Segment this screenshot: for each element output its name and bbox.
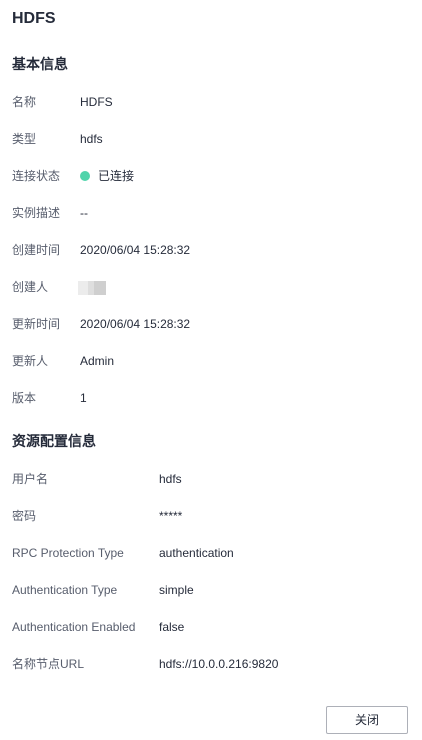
description-row: 实例描述 -- <box>0 203 422 223</box>
username-row: 用户名 hdfs <box>0 469 422 489</box>
hdfs-detail-panel: HDFS 基本信息 名称 HDFS 类型 hdfs 连接状态 已连接 实例描述 … <box>0 0 422 740</box>
close-button[interactable]: 关闭 <box>326 706 408 734</box>
created-time-value: 2020/06/04 15:28:32 <box>80 243 191 257</box>
authentication-type-value: simple <box>159 583 194 597</box>
rpc-protection-type-value: authentication <box>159 546 234 560</box>
updated-time-label: 更新时间 <box>12 317 61 331</box>
username-value: hdfs <box>159 472 182 486</box>
connection-status-row: 连接状态 已连接 <box>0 166 422 186</box>
description-label: 实例描述 <box>12 206 61 220</box>
authentication-enabled-row: Authentication Enabled false <box>0 617 422 637</box>
password-row: 密码 ***** <box>0 506 422 526</box>
rpc-protection-type-label: RPC Protection Type <box>12 546 124 560</box>
authentication-enabled-label: Authentication Enabled <box>12 620 136 634</box>
updater-label: 更新人 <box>12 354 49 368</box>
rpc-protection-type-row: RPC Protection Type authentication <box>0 543 422 563</box>
updater-row: 更新人 Admin <box>0 351 422 371</box>
authentication-type-row: Authentication Type simple <box>0 580 422 600</box>
updated-time-row: 更新时间 2020/06/04 15:28:32 <box>0 314 422 334</box>
namenode-url-row: 名称节点URL hdfs://10.0.0.216:9820 <box>0 654 422 674</box>
resource-config-section-title: 资源配置信息 <box>12 433 96 449</box>
created-time-label: 创建时间 <box>12 243 61 257</box>
creator-label: 创建人 <box>12 280 49 294</box>
connection-status-label: 连接状态 <box>12 169 61 183</box>
authentication-enabled-value: false <box>159 620 185 634</box>
updated-time-value: 2020/06/04 15:28:32 <box>80 317 191 331</box>
password-value: ***** <box>159 509 183 523</box>
description-value: -- <box>80 206 88 220</box>
type-value: hdfs <box>80 132 103 146</box>
connection-status-value: 已连接 <box>80 166 134 186</box>
creator-row: 创建人 <box>0 277 422 297</box>
password-label: 密码 <box>12 509 37 523</box>
creator-redacted-value <box>78 281 106 295</box>
basic-info-section-title: 基本信息 <box>12 56 68 72</box>
type-label: 类型 <box>12 132 37 146</box>
namenode-url-label: 名称节点URL <box>12 657 85 671</box>
name-value: HDFS <box>80 95 113 109</box>
page-title: HDFS <box>12 10 56 27</box>
created-time-row: 创建时间 2020/06/04 15:28:32 <box>0 240 422 260</box>
namenode-url-value: hdfs://10.0.0.216:9820 <box>159 657 279 671</box>
name-label: 名称 <box>12 95 37 109</box>
version-label: 版本 <box>12 391 37 405</box>
authentication-type-label: Authentication Type <box>12 583 118 597</box>
version-value: 1 <box>80 391 87 405</box>
updater-value: Admin <box>80 354 115 368</box>
type-row: 类型 hdfs <box>0 129 422 149</box>
name-row: 名称 HDFS <box>0 92 422 112</box>
version-row: 版本 1 <box>0 388 422 408</box>
connection-status-text: 已连接 <box>98 169 135 183</box>
status-dot-icon <box>80 170 90 181</box>
username-label: 用户名 <box>12 472 49 486</box>
